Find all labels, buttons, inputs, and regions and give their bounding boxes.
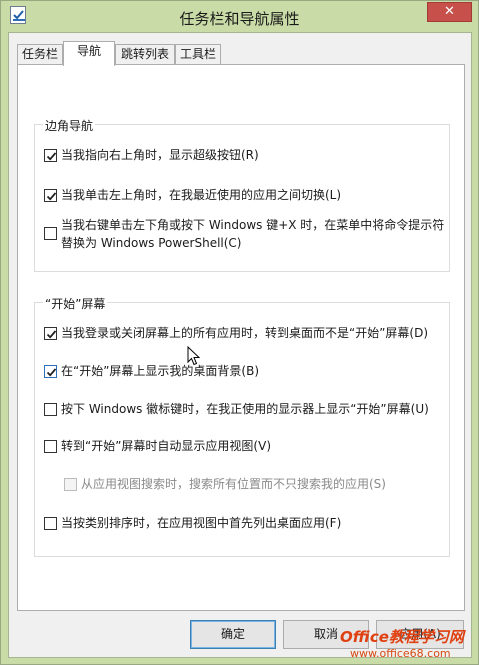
group-title-corner-navigation: 边角导航 [43,117,96,134]
option-go-to-desktop[interactable]: 当我登录或关闭屏幕上的所有应用时，转到桌面而不是“开始”屏幕(D) [44,325,446,342]
checkbox-list-desktop-apps-first[interactable] [44,517,57,530]
dialog-client-area: 任务栏 导航 跳转列表 工具栏 边角导航 当我指向右上角时，显示超级按钮(R) [8,32,472,658]
checkbox-switch-recent-apps[interactable] [44,189,57,202]
tab-label: 任务栏 [21,47,58,61]
tab-label: 工具栏 [179,47,216,61]
window-title: 任务栏和导航属性 [179,10,300,28]
option-label: 当我指向右上角时，显示超级按钮(R) [61,148,259,162]
option-switch-recent-apps[interactable]: 当我单击左上角时，在我最近使用的应用之间切换(L) [44,187,444,204]
option-replace-with-powershell[interactable]: 当我右键单击左下角或按下 Windows 键+X 时，在菜单中将命令提示符 替换… [44,217,448,253]
start-screen-group: “开始”屏幕 当我登录或关闭屏幕上的所有应用时，转到桌面而不是“开始”屏幕(D)… [34,295,450,557]
option-label: 当我单击左上角时，在我最近使用的应用之间切换(L) [61,188,342,202]
option-label: 当我登录或关闭屏幕上的所有应用时，转到桌面而不是“开始”屏幕(D) [61,326,429,340]
tab-jump-lists[interactable]: 跳转列表 [115,44,175,65]
option-label: 按下 Windows 徽标键时，在我正使用的显示器上显示“开始”屏幕(U) [61,402,429,416]
tab-label: 跳转列表 [120,47,169,61]
group-title-start-screen: “开始”屏幕 [43,295,108,312]
ok-button[interactable]: 确定 [190,620,276,649]
tab-toolbars[interactable]: 工具栏 [175,44,221,65]
tab-taskbar[interactable]: 任务栏 [17,44,63,65]
checkbox-start-on-active-display[interactable] [44,403,57,416]
checkbox-show-apps-view[interactable] [44,440,57,453]
option-start-on-active-display[interactable]: 按下 Windows 徽标键时，在我正使用的显示器上显示“开始”屏幕(U) [44,401,444,418]
navigation-tab-page: 边角导航 当我指向右上角时，显示超级按钮(R) 当我单击左上角时，在我最近使用的… [17,64,465,611]
option-label: 从应用视图搜索时，搜索所有位置而不只搜索我的应用(S) [81,477,386,491]
option-label-line2: 替换为 Windows PowerShell(C) [61,236,242,250]
option-list-desktop-apps-first[interactable]: 当按类别排序时，在应用视图中首先列出桌面应用(F) [44,515,444,532]
option-show-desktop-background[interactable]: 在“开始”屏幕上显示我的桌面背景(B) [44,363,444,380]
option-label: 在“开始”屏幕上显示我的桌面背景(B) [61,364,260,378]
option-show-apps-view[interactable]: 转到“开始”屏幕时自动显示应用视图(V) [44,438,444,455]
checkbox-go-to-desktop[interactable] [44,327,57,340]
close-button[interactable]: ✕ [427,2,472,22]
watermark-logo: Office教程学习网 www.office68.com [332,626,476,662]
tab-navigation[interactable]: 导航 [63,41,115,66]
checkbox-replace-with-powershell[interactable] [44,227,57,240]
watermark-title: Office教程学习网 [340,628,464,646]
dialog-window: 任务栏和导航属性 ✕ 任务栏 导航 跳转列表 工具栏 边角导航 当我指向右上角时… [0,0,479,665]
option-label: 当按类别排序时，在应用视图中首先列出桌面应用(F) [61,516,342,530]
checkbox-show-charms[interactable] [44,149,57,162]
title-bar[interactable]: 任务栏和导航属性 ✕ [1,1,478,32]
option-show-charms[interactable]: 当我指向右上角时，显示超级按钮(R) [44,147,444,164]
checkbox-show-desktop-background[interactable] [44,365,57,378]
option-label: 转到“开始”屏幕时自动显示应用视图(V) [61,439,272,453]
watermark-url: www.office68.com [350,647,451,660]
mouse-pointer-icon [187,345,201,369]
corner-navigation-group: 边角导航 当我指向右上角时，显示超级按钮(R) 当我单击左上角时，在我最近使用的… [34,117,450,272]
tab-label: 导航 [76,44,101,58]
option-label-line1: 当我右键单击左下角或按下 Windows 键+X 时，在菜单中将命令提示符 [61,218,445,232]
close-icon: ✕ [444,4,455,19]
checkbox-search-everywhere [64,478,77,491]
option-search-everywhere: 从应用视图搜索时，搜索所有位置而不只搜索我的应用(S) [64,476,444,493]
